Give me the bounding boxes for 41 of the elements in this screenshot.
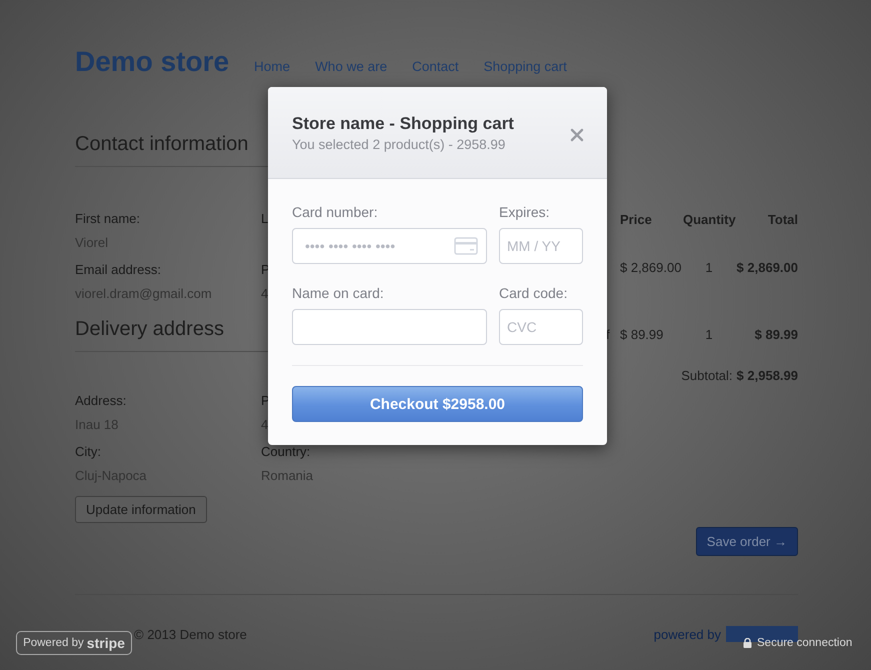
field-label: City: xyxy=(75,444,101,460)
table-cell-text: $ 89.99 xyxy=(754,327,798,343)
table-cell-text: $ 89.99 xyxy=(620,327,664,343)
checkout-button[interactable]: Checkout $2958.00 xyxy=(292,386,583,422)
save-order-button[interactable]: Save order → xyxy=(696,527,798,556)
lock-icon xyxy=(743,638,752,648)
field-label: Card code: xyxy=(499,285,568,301)
field-label: Name on card: xyxy=(292,285,385,301)
card-number-field[interactable]: •••• •••• •••• •••• xyxy=(292,228,487,264)
nav-link[interactable]: Shopping cart xyxy=(484,59,567,74)
field-label: Expires: xyxy=(499,204,551,220)
subtotal-label: Subtotal: xyxy=(681,368,733,383)
field-label: First name: xyxy=(75,211,140,227)
nav-link[interactable]: Who we are xyxy=(315,59,388,74)
store-logo[interactable]: Demo store xyxy=(75,46,230,78)
subtotal-value: $ 2,958.99 xyxy=(736,368,798,383)
table-cell-text: $ 2,869.00 xyxy=(620,260,682,276)
field-label: Country: xyxy=(261,444,310,460)
nav-link[interactable]: Contact xyxy=(412,59,459,74)
column-header: Price xyxy=(620,212,653,228)
table-cell-text: $ 2,869.00 xyxy=(736,260,798,276)
column-header: Quantity xyxy=(683,212,735,228)
column-header: Total xyxy=(766,212,798,228)
dialog-subtitle: You selected 2 product(s) - 2958.99 xyxy=(292,137,506,152)
name-on-card-field[interactable] xyxy=(292,309,487,345)
table-cell-text: 1 xyxy=(704,327,714,343)
powered-by-stripe-badge[interactable]: Powered by stripe xyxy=(16,631,132,655)
close-icon[interactable] xyxy=(570,128,584,142)
field-label: Email address: xyxy=(75,262,161,278)
field-label: Address: xyxy=(75,393,126,409)
update-information-button[interactable]: Update information xyxy=(75,496,207,523)
input-field[interactable]: CVC xyxy=(499,309,583,345)
input-field[interactable]: MM / YY xyxy=(499,228,583,264)
credit-card-icon xyxy=(454,237,478,255)
table-cell-text: 1 xyxy=(704,260,714,276)
secure-connection-text: Secure connection xyxy=(757,637,852,649)
nav-link[interactable]: Home xyxy=(254,59,290,74)
field-label: Card number: xyxy=(292,204,379,220)
field-label: L xyxy=(261,211,268,227)
product-name: f xyxy=(606,327,611,343)
powered-by-text: powered by xyxy=(654,626,721,642)
